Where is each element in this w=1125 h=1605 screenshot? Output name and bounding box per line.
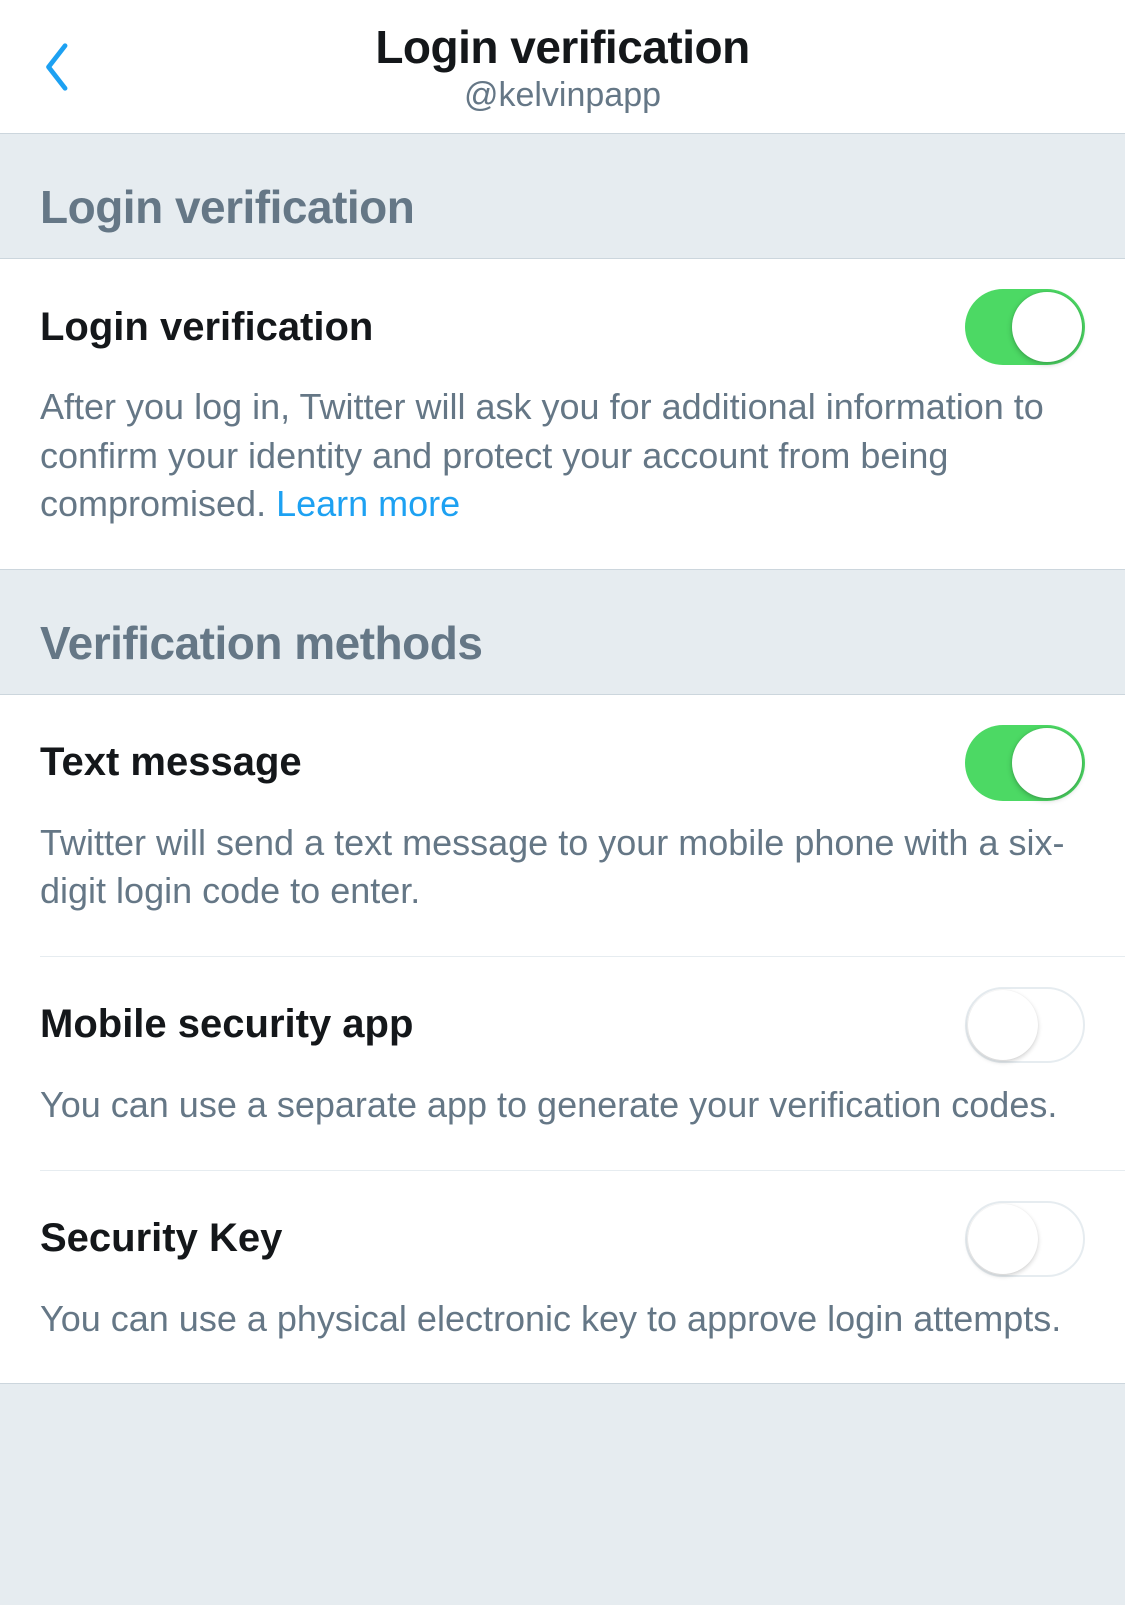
- back-button[interactable]: [38, 37, 78, 97]
- toggle-login-verification[interactable]: [965, 289, 1085, 365]
- header-title-group: Login verification @kelvinpapp: [38, 20, 1087, 115]
- setting-description: After you log in, Twitter will ask you f…: [40, 383, 1085, 529]
- nav-header: Login verification @kelvinpapp: [0, 0, 1125, 134]
- bottom-spacer: [0, 1384, 1125, 1424]
- toggle-knob: [968, 1204, 1038, 1274]
- method-description: You can use a separate app to generate y…: [40, 1081, 1085, 1130]
- method-label: Mobile security app: [40, 1002, 413, 1047]
- method-description: You can use a physical electronic key to…: [40, 1295, 1085, 1344]
- method-description: Twitter will send a text message to your…: [40, 819, 1085, 916]
- page-title: Login verification: [38, 20, 1087, 74]
- toggle-knob: [968, 990, 1038, 1060]
- method-text-message: Text message Twitter will send a text me…: [0, 695, 1125, 956]
- section-header-verification-methods: Verification methods: [0, 570, 1125, 695]
- section-title: Verification methods: [40, 616, 1085, 670]
- method-security-key: Security Key You can use a physical elec…: [0, 1171, 1125, 1384]
- verification-methods-group: Text message Twitter will send a text me…: [0, 695, 1125, 1384]
- method-mobile-security-app: Mobile security app You can use a separa…: [0, 957, 1125, 1170]
- method-label: Security Key: [40, 1216, 282, 1261]
- toggle-text-message[interactable]: [965, 725, 1085, 801]
- chevron-left-icon: [43, 41, 73, 93]
- page-subtitle: @kelvinpapp: [38, 76, 1087, 115]
- setting-login-verification: Login verification After you log in, Twi…: [0, 259, 1125, 570]
- toggle-mobile-security-app[interactable]: [965, 987, 1085, 1063]
- setting-label: Login verification: [40, 305, 373, 350]
- learn-more-link[interactable]: Learn more: [276, 483, 460, 524]
- toggle-knob: [1012, 728, 1082, 798]
- section-header-login-verification: Login verification: [0, 134, 1125, 259]
- section-title: Login verification: [40, 180, 1085, 234]
- toggle-security-key[interactable]: [965, 1201, 1085, 1277]
- toggle-knob: [1012, 292, 1082, 362]
- method-label: Text message: [40, 740, 302, 785]
